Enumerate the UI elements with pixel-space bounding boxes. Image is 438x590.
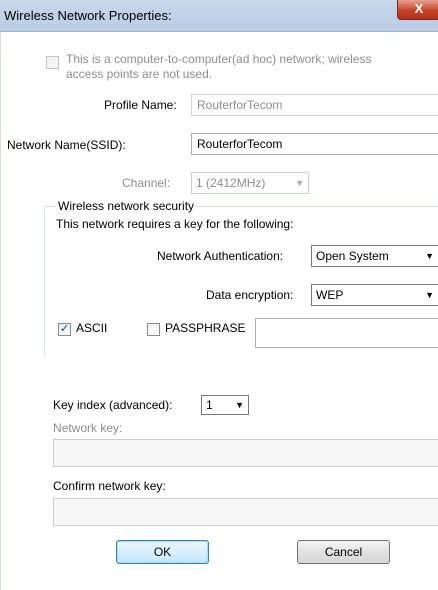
wireless-network-properties-dialog: Wireless Network Properties: X This is a… [0, 0, 438, 590]
title-bar[interactable]: Wireless Network Properties: X [0, 0, 438, 32]
dialog-body: This is a computer-to-computer(ad hoc) n… [0, 32, 438, 590]
data-encryption-label: Data encryption: [206, 288, 294, 302]
channel-value: 1 (2412MHz) [196, 176, 266, 190]
cancel-button[interactable]: Cancel [297, 540, 390, 564]
ascii-checkbox[interactable]: ✓ [58, 323, 71, 336]
chevron-down-icon: ▼ [295, 178, 304, 188]
key-index-value: 1 [206, 398, 213, 412]
channel-label: Channel: [122, 176, 171, 190]
data-encryption-select[interactable]: WEP ▼ [311, 284, 438, 306]
network-key-field[interactable] [53, 439, 438, 467]
adhoc-label-line1: This is a computer-to-computer(ad hoc) n… [66, 52, 372, 66]
key-index-select[interactable]: 1 ▼ [201, 395, 249, 415]
profile-name-value: RouterforTecom [197, 98, 283, 112]
adhoc-label-line2: access points are not used. [66, 67, 213, 81]
security-requires-text: This network requires a key for the foll… [56, 217, 294, 231]
check-icon: ✓ [59, 323, 70, 335]
chevron-down-icon: ▼ [425, 251, 434, 261]
ok-button-label: OK [153, 545, 172, 559]
key-index-label: Key index (advanced): [53, 398, 173, 412]
close-button[interactable]: X [397, 0, 438, 20]
security-group-label: Wireless network security [56, 199, 197, 213]
adhoc-checkbox[interactable] [46, 56, 59, 69]
ok-button[interactable]: OK [116, 540, 209, 564]
confirm-network-key-field[interactable] [53, 498, 438, 526]
network-key-label: Network key: [53, 421, 123, 435]
ssid-label: Network Name(SSID): [7, 138, 126, 152]
passphrase-label: PASSPHRASE [165, 321, 246, 335]
network-authentication-select[interactable]: Open System ▼ [311, 245, 438, 267]
window-title: Wireless Network Properties: [4, 8, 172, 23]
ascii-label: ASCII [76, 321, 108, 335]
network-authentication-label: Network Authentication: [157, 249, 284, 263]
close-icon: X [414, 1, 424, 16]
confirm-network-key-label: Confirm network key: [53, 479, 166, 493]
ssid-value: RouterforTecom [197, 137, 283, 151]
passphrase-checkbox[interactable] [147, 323, 160, 336]
cancel-button-label: Cancel [324, 545, 363, 559]
passphrase-input[interactable] [255, 318, 438, 348]
profile-name-field[interactable]: RouterforTecom [191, 94, 438, 116]
ssid-field[interactable]: RouterforTecom [191, 133, 438, 155]
chevron-down-icon: ▼ [425, 290, 434, 300]
network-authentication-value: Open System [316, 249, 389, 263]
data-encryption-value: WEP [316, 288, 344, 302]
channel-select[interactable]: 1 (2412MHz) ▼ [191, 172, 309, 194]
chevron-down-icon: ▼ [235, 400, 244, 410]
profile-name-label: Profile Name: [104, 98, 177, 112]
